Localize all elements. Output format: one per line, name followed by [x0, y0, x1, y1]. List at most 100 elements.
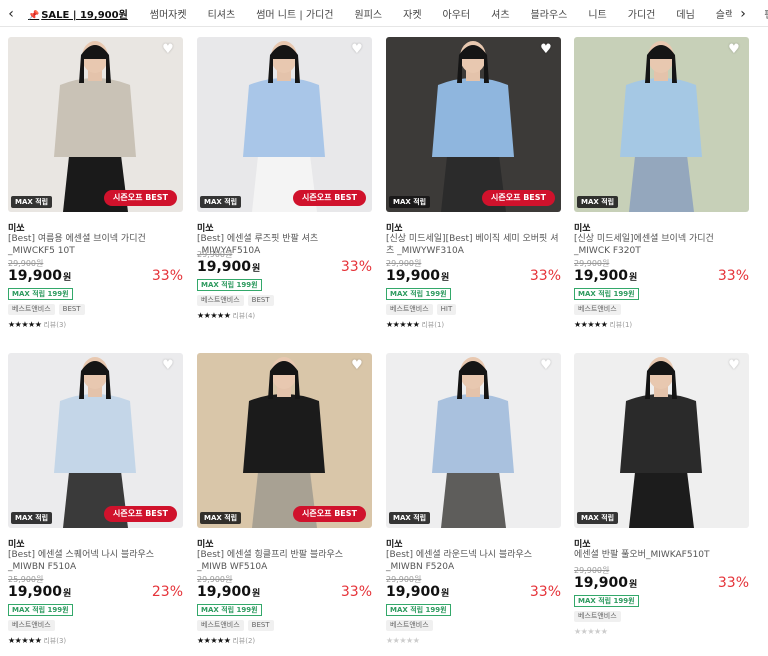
price-unit: 원 — [63, 589, 72, 599]
category-item[interactable]: 티셔츠 — [208, 6, 236, 21]
price-unit: 원 — [629, 273, 638, 283]
max-point-badge: MAX 적립 199원 — [574, 288, 639, 300]
max-point-tag: MAX 적립 — [389, 196, 431, 208]
product-photo — [197, 353, 372, 528]
review-count[interactable]: 리뷰(3) — [43, 321, 66, 329]
product-chip: 베스트앤비스 — [386, 304, 433, 315]
product-name[interactable]: [신상 미드세일]에센셜 브이넥 가디건_MIWCK F320T — [574, 233, 748, 257]
category-item[interactable]: 가디건 — [628, 6, 656, 21]
max-point-tag: MAX 적립 — [11, 512, 53, 524]
heart-icon[interactable]: ♥ — [727, 43, 741, 57]
product-image[interactable]: ♥ MAX 적립 시즌오프 BEST — [8, 37, 183, 212]
product-name[interactable]: [Best] 에센셜 라운드넥 나시 블라우스_MIWBN F520A — [386, 549, 560, 573]
product-photo — [386, 353, 561, 528]
category-item[interactable]: 썸머자켓 — [150, 6, 187, 21]
product-photo — [574, 37, 749, 212]
product-image[interactable]: ♥ MAX 적립 — [574, 37, 749, 212]
review-count[interactable]: 리뷰(3) — [43, 637, 66, 645]
product-chip: 베스트앤비스 — [8, 620, 55, 631]
product-photo — [8, 37, 183, 212]
product-name[interactable]: [Best] 여름용 에센셜 브이넥 가디건_MIWCKF5 10T — [8, 233, 182, 257]
product-image[interactable]: ♥ MAX 적립 시즌오프 BEST — [8, 353, 183, 528]
review-count[interactable]: 리뷰(4) — [232, 312, 255, 320]
discount-rate: 23% — [151, 584, 183, 600]
price-unit: 원 — [441, 589, 450, 599]
max-point-badge: MAX 적립 199원 — [197, 604, 262, 616]
review-count[interactable]: 리뷰(1) — [421, 321, 444, 329]
product-chip: 베스트앤비스 — [197, 295, 244, 306]
sale-price: 19,900원 — [8, 584, 72, 600]
max-point-badge: MAX 적립 199원 — [386, 288, 451, 300]
discount-rate: 33% — [717, 575, 749, 591]
product-chips: 베스트앤비스 — [386, 620, 437, 631]
heart-icon[interactable]: ♥ — [161, 359, 175, 373]
product-chip: HIT — [436, 304, 457, 315]
season-off-best-tag: 시즌오프 BEST — [103, 190, 177, 206]
heart-icon[interactable]: ♥ — [539, 43, 553, 57]
product-chip: 베스트앤비스 — [574, 304, 621, 315]
product-chips: 베스트앤비스 — [574, 304, 625, 315]
review-count[interactable]: 리뷰(1) — [609, 321, 632, 329]
rating-stars: ★★★★★ 리뷰(2) — [197, 636, 256, 645]
product-image[interactable]: ♥ MAX 적립 시즌오프 BEST — [386, 37, 561, 212]
product-image[interactable]: ♥ MAX 적립 — [386, 353, 561, 528]
sale-price: 19,900원 — [386, 268, 450, 284]
category-item[interactable]: 니트 — [588, 6, 606, 21]
heart-icon[interactable]: ♥ — [350, 43, 364, 57]
discount-rate: 33% — [340, 584, 372, 600]
category-item[interactable]: 아우터 — [443, 6, 471, 21]
price-unit: 원 — [629, 580, 638, 590]
category-item[interactable]: 자켓 — [403, 6, 421, 21]
category-list: 📌 SALE | 19,900원 썸머자켓 티셔츠 썸머 니트 | 가디건 원피스 자켓 아우… — [28, 0, 768, 26]
product-photo — [386, 37, 561, 212]
discount-rate: 33% — [340, 259, 372, 275]
season-off-best-tag: 시즌오프 BEST — [292, 506, 366, 522]
price-unit: 원 — [441, 273, 450, 283]
product-chips: 베스트앤비스 — [8, 620, 59, 631]
season-off-best-tag: 시즌오프 BEST — [481, 190, 555, 206]
product-chip: BEST — [247, 295, 274, 306]
scroll-right-arrow-icon[interactable]: › — [732, 0, 754, 26]
scroll-left-arrow-icon[interactable]: ‹ — [0, 0, 22, 26]
product-chip: 베스트앤비스 — [574, 611, 621, 622]
discount-rate: 33% — [529, 268, 561, 284]
product-chips: 베스트앤비스 BEST — [197, 295, 278, 306]
product-name[interactable]: [Best] 에센셜 스퀘어넥 나시 블라우스_MIWBN F510A — [8, 549, 182, 573]
category-item[interactable]: 셔츠 — [491, 6, 509, 21]
category-item[interactable]: 블라우스 — [531, 6, 568, 21]
category-item[interactable]: 썸머 니트 | 가디건 — [256, 6, 333, 21]
product-name[interactable]: 에센셜 반팔 풀오버_MIWKAF510T — [574, 549, 748, 561]
product-image[interactable]: ♥ MAX 적립 — [574, 353, 749, 528]
discount-rate: 33% — [717, 268, 749, 284]
heart-icon[interactable]: ♥ — [727, 359, 741, 373]
category-item[interactable]: 데님 — [676, 6, 694, 21]
product-chips: 베스트앤비스 HIT — [386, 304, 460, 315]
max-point-tag: MAX 적립 — [577, 512, 619, 524]
review-count[interactable]: 리뷰(2) — [232, 637, 255, 645]
sale-price: 19,900원 — [197, 259, 261, 275]
max-point-tag: MAX 적립 — [200, 512, 242, 524]
max-point-badge: MAX 적립 199원 — [8, 604, 73, 616]
product-name[interactable]: [Best] 에센셜 힝클프리 반팔 블라우스_MIWB WF510A — [197, 549, 371, 573]
price-unit: 원 — [252, 589, 261, 599]
rating-stars: ★★★★★ 리뷰(1) — [574, 320, 633, 329]
category-item[interactable]: 원피스 — [355, 6, 383, 21]
product-image[interactable]: ♥ MAX 적립 시즌오프 BEST — [197, 37, 372, 212]
product-name[interactable]: [신상 미드세일][Best] 베이직 세미 오버핏 셔츠 _MIWYWF310… — [386, 233, 560, 257]
heart-icon[interactable]: ♥ — [539, 359, 553, 373]
sale-price: 19,900원 — [386, 584, 450, 600]
product-photo — [574, 353, 749, 528]
product-photo — [197, 37, 372, 212]
category-sale[interactable]: 📌 SALE | 19,900원 — [28, 6, 128, 21]
heart-icon[interactable]: ♥ — [161, 43, 175, 57]
max-point-badge: MAX 적립 199원 — [574, 595, 639, 607]
product-image[interactable]: ♥ MAX 적립 시즌오프 BEST — [197, 353, 372, 528]
pin-icon: 📌 — [28, 11, 40, 21]
product-chip: BEST — [58, 304, 85, 315]
max-point-badge: MAX 적립 199원 — [197, 279, 262, 291]
rating-stars: ★★★★★ 리뷰(1) — [386, 320, 445, 329]
category-item[interactable]: 팬츠 — [764, 6, 768, 21]
price-unit: 원 — [252, 264, 261, 274]
heart-icon[interactable]: ♥ — [350, 359, 364, 373]
sale-price: 19,900원 — [574, 268, 638, 284]
